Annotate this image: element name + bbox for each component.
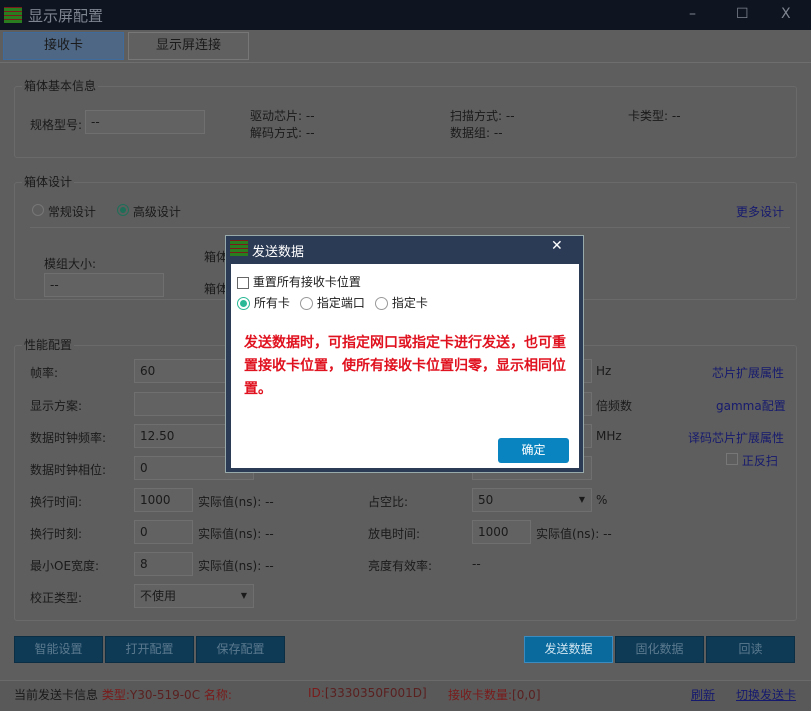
radio-advanced-design[interactable]: 高级设计: [117, 203, 181, 220]
correction-select[interactable]: 不使用 ▼: [134, 584, 254, 608]
dialog-close-icon[interactable]: ✕: [551, 238, 563, 254]
ok-button[interactable]: 确定: [498, 438, 569, 463]
radio-label: 常规设计: [47, 205, 96, 219]
app-logo-icon: [230, 240, 248, 256]
refresh-link[interactable]: 刷新: [691, 686, 715, 703]
sender-info: 当前发送卡信息 类型:Y30-519-0C 名称:: [14, 688, 232, 702]
solidify-data-button[interactable]: 固化数据: [615, 636, 704, 663]
reverse-scan-checkbox[interactable]: 正反扫: [726, 452, 778, 469]
model-input[interactable]: --: [85, 110, 205, 134]
app-logo-icon: [4, 7, 22, 23]
actual-value: 实际值(ns): --: [198, 495, 274, 509]
efficiency-value: --: [472, 557, 481, 571]
chevron-down-icon: ▼: [240, 591, 247, 600]
radio-label: 指定卡: [391, 296, 428, 310]
checkbox-label: 正反扫: [741, 454, 778, 468]
module-size-label: 模组大小:: [44, 257, 97, 271]
radio-label: 指定端口: [316, 296, 365, 310]
line-moment-input[interactable]: 0: [134, 520, 193, 544]
dialog-title: 发送数据: [252, 245, 305, 260]
group-title: 箱体设计: [22, 173, 75, 190]
module-size-input[interactable]: --: [44, 273, 164, 297]
tab-screen-connection[interactable]: 显示屏连接: [128, 32, 249, 60]
dialog-body: 重置所有接收卡位置 所有卡 指定端口 指定卡 发送数据时，可指定网口或指定卡进行…: [231, 264, 579, 468]
radio-specified-port[interactable]: 指定端口: [300, 294, 365, 311]
window-title: 显示屏配置: [28, 7, 104, 25]
scan-mode: 扫描方式: --: [450, 109, 515, 123]
efficiency-label: 亮度有效率:: [368, 559, 433, 573]
data-group: 数据组: --: [450, 126, 503, 140]
reset-position-checkbox[interactable]: 重置所有接收卡位置: [237, 273, 361, 290]
line-time-label: 换行时间:: [30, 495, 83, 509]
minimize-button[interactable]: –: [689, 6, 696, 22]
min-oe-label: 最小OE宽度:: [30, 559, 100, 573]
radio-specified-card[interactable]: 指定卡: [375, 294, 428, 311]
actual-value: 实际值(ns): --: [198, 527, 274, 541]
checkbox-label: 重置所有接收卡位置: [252, 275, 361, 289]
radio-all-cards[interactable]: 所有卡: [237, 294, 290, 311]
frame-rate-label: 帧率:: [30, 366, 59, 380]
percent-unit: %: [596, 493, 608, 507]
correction-label: 校正类型:: [30, 591, 83, 605]
sender-id: ID:[3330350F001D]: [308, 686, 427, 700]
dialog-message: 发送数据时，可指定网口或指定卡进行发送，也可重置接收卡位置，使所有接收卡位置归零…: [244, 335, 566, 397]
decode-ext-link[interactable]: 译码芯片扩展属性: [688, 429, 784, 446]
radio-normal-design[interactable]: 常规设计: [32, 203, 96, 220]
line-time-input[interactable]: 1000: [134, 488, 193, 512]
group-title: 箱体基本信息: [22, 77, 99, 94]
chip-ext-link[interactable]: 芯片扩展属性: [712, 364, 784, 381]
actual-value: 实际值(ns): --: [198, 559, 274, 573]
radio-label: 所有卡: [253, 296, 290, 310]
clock-label: 数据时钟频率:: [30, 431, 107, 445]
divider: [30, 227, 790, 228]
smart-settings-button[interactable]: 智能设置: [14, 636, 103, 663]
card-type: 卡类型: --: [628, 109, 681, 123]
more-design-link[interactable]: 更多设计: [736, 203, 784, 220]
line-moment-label: 换行时刻:: [30, 527, 83, 541]
chevron-down-icon: ▼: [578, 495, 585, 504]
driver-chip: 驱动芯片: --: [250, 109, 315, 123]
discharge-label: 放电时间:: [368, 527, 421, 541]
multiplier-label: 倍频数: [596, 399, 633, 413]
close-button[interactable]: X: [781, 6, 791, 22]
phase-label: 数据时钟相位:: [30, 463, 107, 477]
model-label: 规格型号:: [30, 118, 83, 132]
duty-select[interactable]: 50 ▼: [472, 488, 592, 512]
send-data-button[interactable]: 发送数据: [524, 636, 613, 663]
maximize-button[interactable]: ☐: [736, 6, 749, 22]
decode-mode: 解码方式: --: [250, 126, 315, 140]
radio-label: 高级设计: [132, 205, 181, 219]
divider: [0, 62, 811, 63]
switch-sender-link[interactable]: 切换发送卡: [736, 686, 796, 703]
min-oe-input[interactable]: 8: [134, 552, 193, 576]
gamma-link[interactable]: gamma配置: [716, 397, 786, 414]
duty-label: 占空比:: [368, 495, 409, 509]
scheme-label: 显示方案:: [30, 399, 83, 413]
read-back-button[interactable]: 回读: [706, 636, 795, 663]
receiver-count: 接收卡数量:[0,0]: [448, 688, 541, 702]
open-config-button[interactable]: 打开配置: [105, 636, 194, 663]
mhz-unit: MHz: [596, 429, 622, 443]
tab-receiver-card[interactable]: 接收卡: [3, 32, 124, 60]
save-config-button[interactable]: 保存配置: [196, 636, 285, 663]
discharge-input[interactable]: 1000: [472, 520, 531, 544]
send-data-dialog: 发送数据 ✕ 重置所有接收卡位置 所有卡 指定端口 指定卡 发送数据时，可指定网…: [225, 235, 584, 473]
group-title: 性能配置: [22, 336, 75, 353]
hz-unit: Hz: [596, 364, 612, 378]
actual-value: 实际值(ns): --: [536, 527, 612, 541]
